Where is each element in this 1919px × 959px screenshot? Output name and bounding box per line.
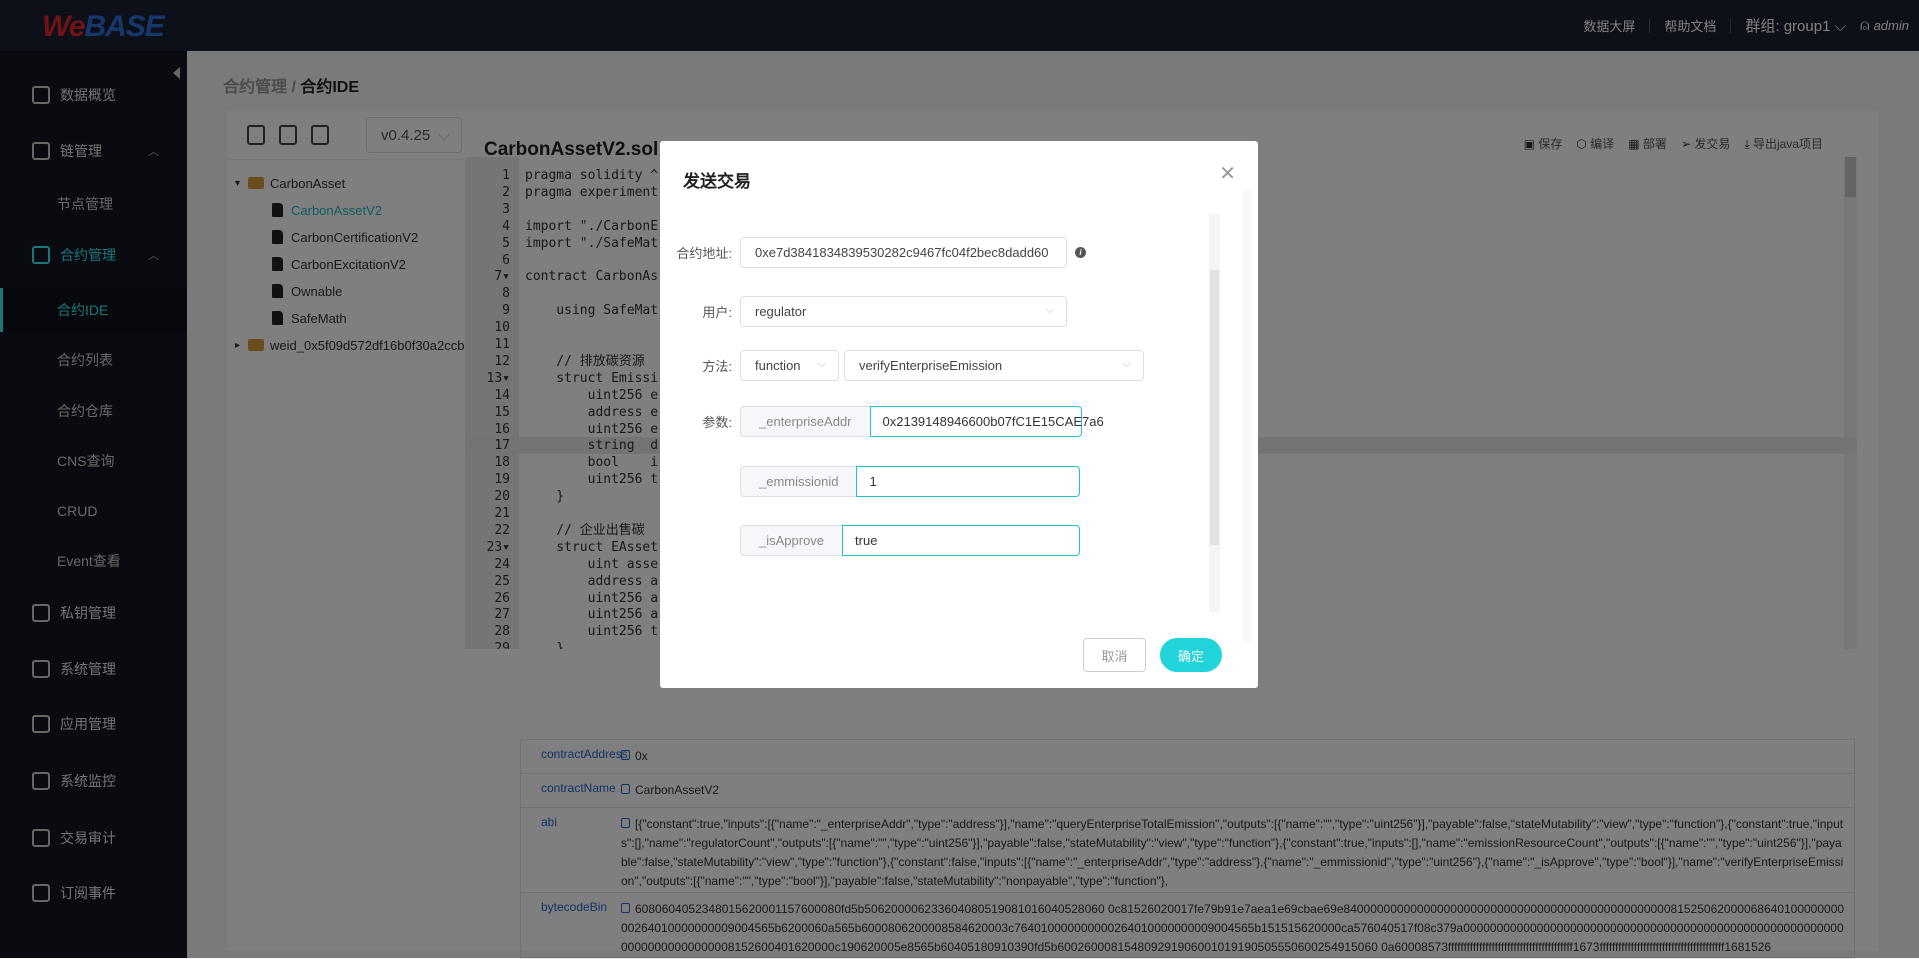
param-value: 1: [869, 473, 877, 489]
send-transaction-dialog: 发送交易 ✕ 合约地址: 0xe7d3841834839530282c9467f…: [660, 141, 1258, 688]
dialog-title: 发送交易: [683, 172, 751, 191]
param-name: _isApprove: [740, 524, 843, 556]
param-isapprove-input[interactable]: true: [842, 524, 1081, 556]
method-label: 方法:: [702, 358, 732, 374]
chevron-down-icon: ⌵: [817, 357, 826, 370]
method-name-value: verifyEnterpriseEmission: [859, 357, 1003, 373]
user-value: regulator: [755, 303, 807, 319]
method-name-select[interactable]: verifyEnterpriseEmission ⌵: [844, 349, 1144, 381]
method-type-value: function: [755, 357, 801, 373]
chevron-down-icon: ⌵: [1045, 303, 1054, 316]
params-label: 参数:: [702, 414, 732, 430]
close-icon[interactable]: ✕: [1219, 161, 1236, 186]
confirm-button[interactable]: 确定: [1160, 638, 1222, 672]
form-scrollbar[interactable]: [1209, 214, 1220, 612]
address-label: 合约地址:: [676, 245, 732, 261]
contract-address-input[interactable]: 0xe7d3841834839530282c9467fc04f2bec8dadd…: [740, 236, 1067, 268]
param-value: true: [855, 532, 878, 548]
method-type-select[interactable]: function ⌵: [740, 349, 839, 381]
user-label: 用户:: [702, 304, 732, 320]
dialog-scrollbar-track: [1243, 191, 1252, 641]
chevron-down-icon: ⌵: [1122, 357, 1131, 370]
cancel-button[interactable]: 取消: [1083, 638, 1146, 672]
param-enterpriseaddr-input[interactable]: 0x2139148946600b07fC1E15CAE7a6: [869, 405, 1104, 437]
param-name: _enterpriseAddr: [740, 405, 870, 437]
param-name: _emmissionid: [740, 465, 857, 497]
info-icon[interactable]: i: [1075, 246, 1086, 258]
contract-address-value: 0xe7d3841834839530282c9467fc04f2bec8dadd…: [755, 244, 1049, 260]
param-value: 0x2139148946600b07fC1E15CAE7a6: [882, 413, 1104, 429]
param-emmissionid-input[interactable]: 1: [856, 465, 1081, 497]
user-select[interactable]: regulator ⌵: [740, 295, 1067, 327]
